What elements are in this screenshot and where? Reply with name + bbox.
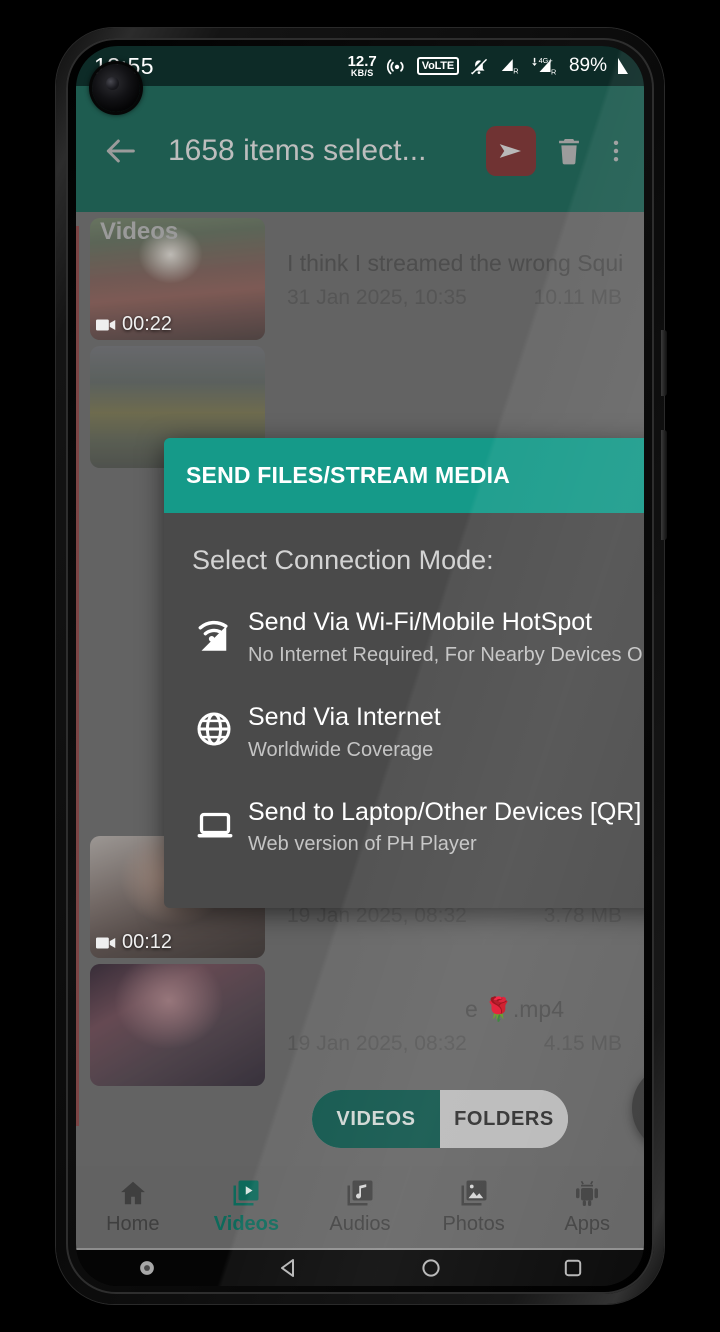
network-type-label: 4G+ [539, 56, 553, 65]
video-camera-icon [96, 937, 116, 948]
option-title: Send Via Wi-Fi/Mobile HotSpot [248, 608, 593, 636]
power-button[interactable] [661, 330, 667, 396]
bottom-navigation: Home Videos Audios Photos Apps [76, 1166, 644, 1248]
view-mode-tabs: VIDEOS FOLDERS [312, 1090, 568, 1148]
nav-item-photos[interactable]: Photos [417, 1178, 531, 1236]
svg-text:R: R [513, 66, 518, 75]
video-thumbnail [90, 964, 265, 1086]
audios-icon [347, 1180, 373, 1206]
nav-item-audios[interactable]: Audios [303, 1178, 417, 1236]
photos-icon [461, 1180, 487, 1206]
video-date: 31 Jan 2025, 10:35 [287, 286, 467, 309]
bell-muted-icon [470, 56, 488, 75]
video-size: 10.11 MB [533, 286, 622, 309]
videos-icon [233, 1180, 259, 1206]
status-bar: 13:55 12.7 KB/S VoLTE [76, 46, 644, 86]
nav-item-apps[interactable]: Apps [530, 1178, 644, 1236]
duration-badge: 00:12 [96, 931, 172, 954]
network-speed-unit: KB/S [350, 68, 374, 78]
option-subtitle: Web version of PH Player [248, 833, 477, 856]
sysnav-recents-button[interactable] [502, 1256, 644, 1280]
sysnav-record-button[interactable] [76, 1257, 218, 1279]
globe-icon [194, 703, 248, 749]
signal-roaming-icon-sim2: 4G+ R [532, 56, 556, 76]
dialog-question: Select Connection Mode: [192, 545, 494, 575]
video-camera-icon [96, 319, 116, 330]
nav-label: Home [106, 1213, 160, 1235]
video-size: 4.15 MB [543, 1032, 622, 1055]
front-camera-punch-hole [92, 64, 140, 112]
nav-label: Photos [442, 1213, 505, 1235]
network-speed-value: 12.7 [347, 53, 377, 70]
app-bar-title: 1658 items select... [168, 134, 427, 167]
video-name: I think I streamed the wrong Squid ·· [287, 250, 622, 276]
nav-label: Videos [213, 1213, 279, 1235]
option-title: Send to Laptop/Other Devices [QR] [248, 797, 642, 826]
video-meta: e 🌹.mp4 19 Jan 2025, 08:32 4.15 MB [265, 964, 644, 1086]
volte-badge: VoLTE [416, 57, 459, 75]
sysnav-back-button[interactable] [218, 1256, 360, 1280]
volume-button[interactable] [661, 430, 667, 540]
nav-label: Audios [329, 1213, 391, 1235]
option-title: Send Via Internet [248, 702, 441, 731]
back-triangle-icon [281, 1259, 294, 1277]
list-item[interactable]: e 🌹.mp4 19 Jan 2025, 08:32 4.15 MB [76, 958, 644, 1086]
nav-label: Apps [564, 1213, 610, 1235]
option-subtitle: Worldwide Coverage [248, 738, 434, 761]
phone-screen: 13:55 12.7 KB/S VoLTE [76, 46, 644, 1286]
duration-badge: 00:22 [96, 313, 172, 336]
home-circle-icon [422, 1259, 440, 1277]
more-vertical-icon[interactable] [602, 134, 630, 168]
video-name: e 🌹.mp4 [465, 996, 564, 1022]
duration-text: 00:12 [122, 931, 173, 953]
option-send-via-internet[interactable]: Send Via Internet Worldwide Coverage [164, 685, 644, 780]
svg-text:R: R [551, 67, 556, 76]
laptop-icon [194, 798, 248, 846]
nav-item-home[interactable]: Home [76, 1178, 190, 1236]
screenshot-root: 13:55 12.7 KB/S VoLTE [0, 0, 720, 1332]
battery-percent: 89% [568, 55, 607, 76]
duration-text: 00:22 [122, 313, 173, 335]
option-subtitle: No Internet Required, For Nearby Devices… [248, 643, 644, 666]
screen-edge-artifact [76, 226, 79, 1126]
send-button[interactable] [486, 126, 536, 176]
app-bar-actions [486, 126, 630, 176]
send-icon [499, 144, 521, 158]
dialog-body: Select Connection Mode: Send Via Wi-Fi/M… [164, 513, 644, 908]
video-meta: I think I streamed the wrong Squid ·· 31… [265, 218, 644, 340]
system-navigation-bar [76, 1248, 644, 1286]
recents-square-icon [564, 1259, 582, 1277]
tab-videos[interactable]: VIDEOS [312, 1090, 440, 1148]
record-dot-icon [140, 1261, 154, 1275]
signal-roaming-icon-sim1: R [501, 59, 518, 75]
option-send-to-laptop[interactable]: Send to Laptop/Other Devices [QR] Web ve… [164, 780, 644, 875]
trash-icon[interactable] [552, 134, 586, 168]
battery-icon [618, 58, 628, 74]
network-speed: 12.7 KB/S [348, 54, 377, 78]
option-send-via-wifi[interactable]: Send Via Wi-Fi/Mobile HotSpot No Interne… [164, 590, 644, 685]
home-icon [120, 1181, 145, 1205]
sysnav-home-button[interactable] [360, 1256, 502, 1280]
send-files-dialog: SEND FILES/STREAM MEDIA Select Connectio… [164, 438, 644, 909]
apps-android-icon [576, 1180, 599, 1206]
video-date: 19 Jan 2025, 08:32 [287, 1032, 467, 1055]
nav-item-videos[interactable]: Videos [190, 1178, 304, 1236]
tab-folders[interactable]: FOLDERS [440, 1090, 568, 1148]
section-header-videos: Videos [100, 218, 179, 245]
hotspot-icon [386, 59, 404, 75]
status-icons: 12.7 KB/S VoLTE R 4G+ R 89% [348, 54, 630, 78]
dialog-header: SEND FILES/STREAM MEDIA [164, 438, 644, 513]
back-arrow-icon[interactable] [100, 131, 140, 171]
wifi-signal-icon [194, 608, 248, 656]
app-bar: 1658 items select... Videos [76, 86, 644, 245]
